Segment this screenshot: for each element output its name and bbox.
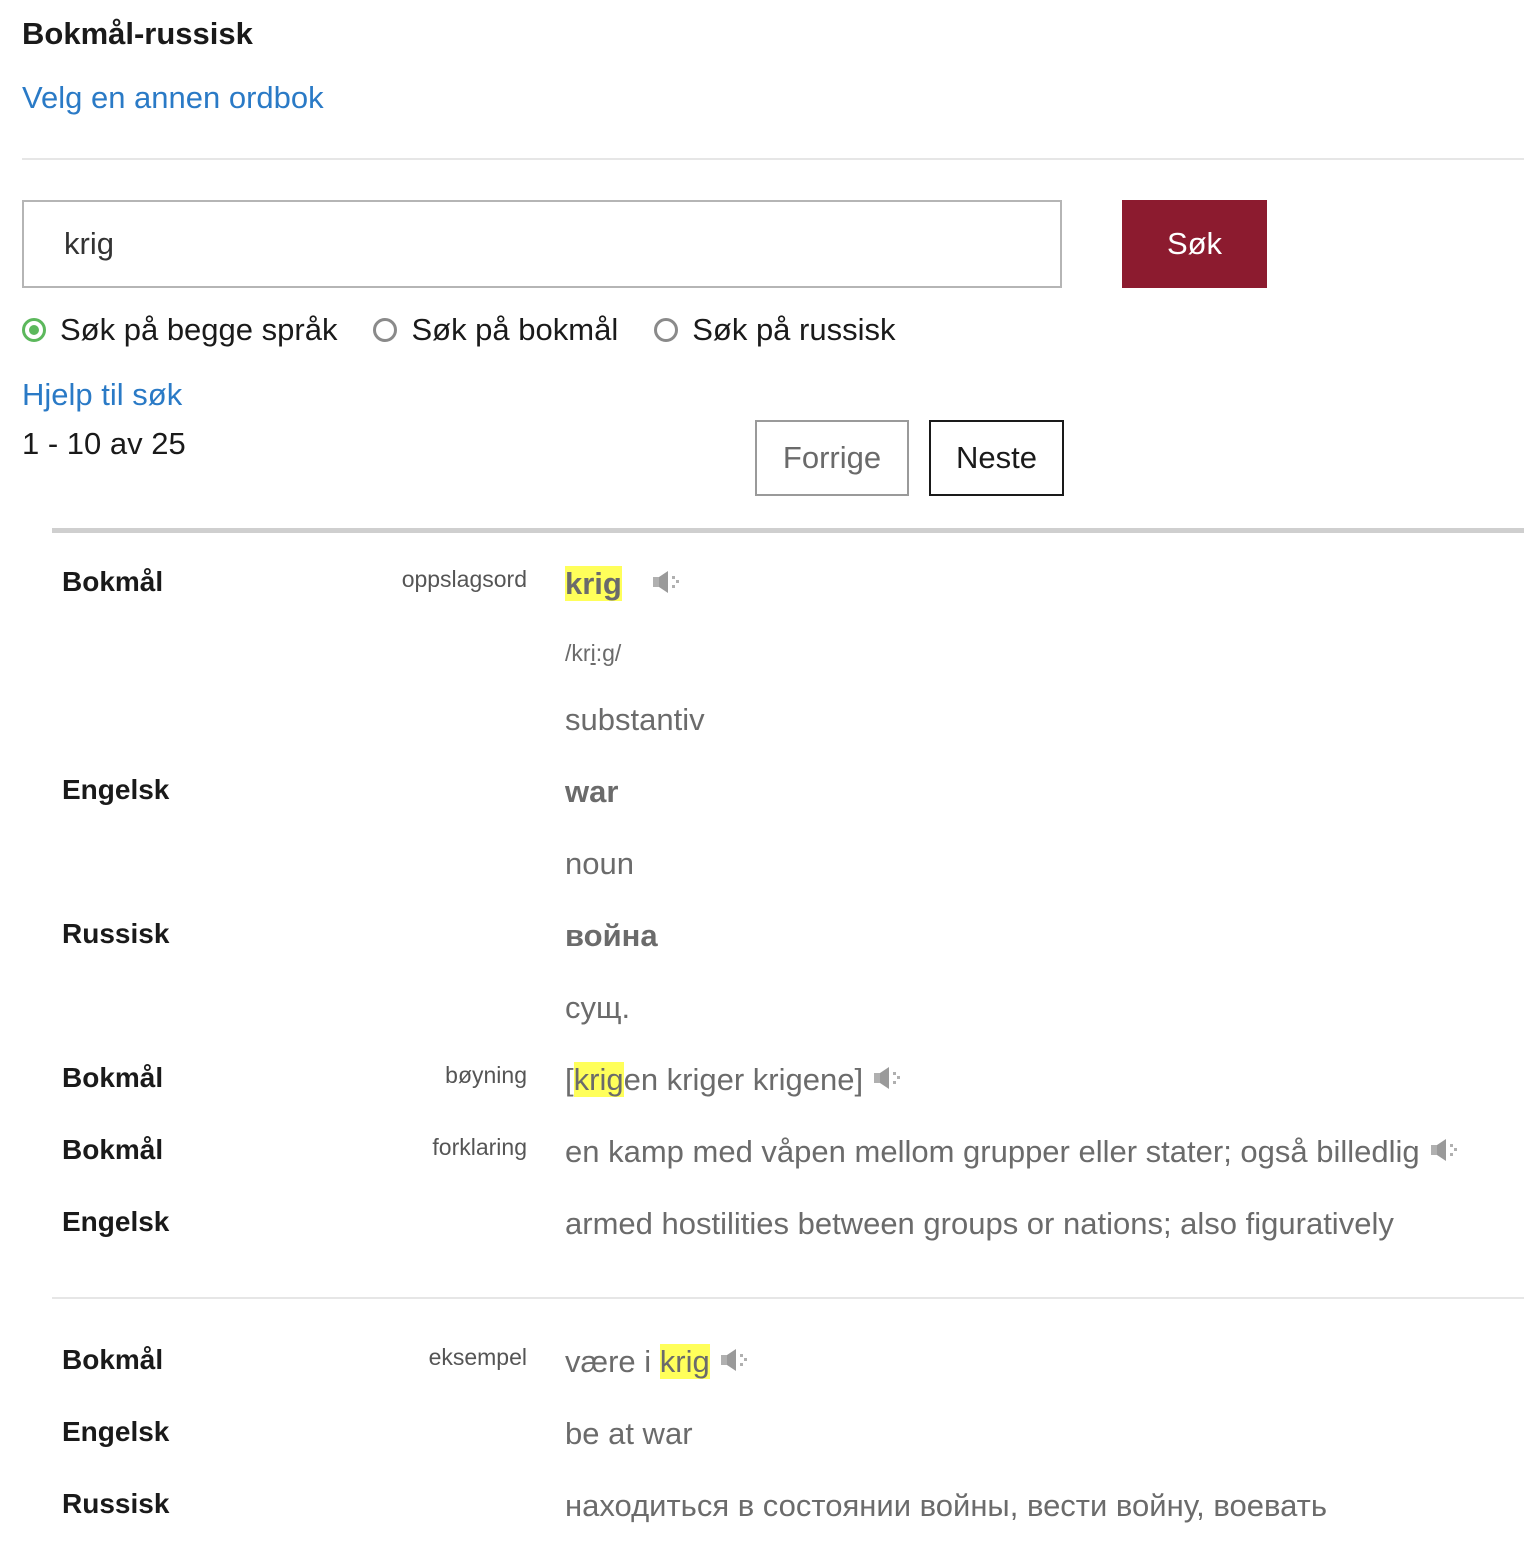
english-translation: war (565, 774, 619, 809)
dictionary-title: Bokmål-russisk (22, 16, 253, 51)
example: være i krig (565, 1344, 754, 1382)
english-part-of-speech: noun (565, 846, 634, 881)
speaker-icon[interactable] (652, 568, 686, 604)
header-divider (22, 158, 1524, 160)
definition-english: armed hostilities between groups or nati… (565, 1206, 1394, 1241)
results-divider (52, 528, 1524, 533)
row-language-label: Russisk (62, 918, 170, 949)
radio-russian[interactable]: Søk på russisk (654, 312, 896, 348)
headword: krig (565, 566, 686, 604)
search-language-options: Søk på begge språk Søk på bokmål Søk på … (22, 312, 932, 348)
row-type-label: bøyning (445, 1062, 527, 1088)
radio-button-icon[interactable] (373, 318, 398, 342)
radio-both-languages[interactable]: Søk på begge språk (22, 312, 337, 348)
speaker-icon[interactable] (873, 1064, 907, 1100)
radio-label: Søk på bokmål (411, 312, 619, 347)
radio-bokmal[interactable]: Søk på bokmål (373, 312, 618, 348)
highlighted-match: krig (565, 566, 622, 601)
pronunciation: /kri:g/ (565, 640, 622, 666)
row-language-label: Bokmål (62, 1134, 164, 1165)
row-language-label: Engelsk (62, 774, 170, 805)
search-input[interactable] (22, 200, 1062, 288)
highlighted-match: krig (659, 1344, 710, 1379)
inflection: [krigen kriger krigene] (565, 1062, 907, 1100)
radio-label: Søk på begge språk (60, 312, 338, 347)
part-of-speech: substantiv (565, 702, 705, 737)
search-help-link[interactable]: Hjelp til søk (22, 377, 182, 413)
search-button[interactable]: Søk (1122, 200, 1267, 288)
choose-dictionary-link[interactable]: Velg en annen ordbok (22, 80, 324, 116)
previous-button[interactable]: Forrige (755, 420, 909, 496)
row-language-label: Bokmål (62, 1344, 164, 1375)
radio-label: Søk på russisk (692, 312, 896, 347)
row-language-label: Bokmål (62, 566, 164, 597)
row-language-label: Engelsk (62, 1416, 170, 1447)
example-russian: находиться в состоянии войны, вести войн… (565, 1488, 1327, 1523)
highlighted-match: krig (573, 1062, 624, 1097)
row-language-label: Bokmål (62, 1062, 164, 1093)
russian-translation: война (565, 918, 658, 953)
speaker-icon[interactable] (720, 1346, 754, 1382)
entry-divider (52, 1297, 1524, 1299)
row-type-label: forklaring (432, 1134, 527, 1160)
next-button[interactable]: Neste (929, 420, 1064, 496)
row-language-label: Russisk (62, 1488, 170, 1519)
row-language-label: Engelsk (62, 1206, 170, 1237)
radio-button-icon[interactable] (22, 318, 46, 342)
speaker-icon[interactable] (1430, 1136, 1464, 1172)
russian-part-of-speech: сущ. (565, 990, 631, 1025)
results-count: 1 - 10 av 25 (22, 426, 186, 461)
definition: en kamp med våpen mellom grupper eller s… (565, 1134, 1464, 1172)
radio-button-icon[interactable] (654, 318, 679, 342)
example-english: be at war (565, 1416, 693, 1451)
row-type-label: eksempel (428, 1344, 527, 1370)
row-type-label: oppslagsord (401, 566, 527, 592)
